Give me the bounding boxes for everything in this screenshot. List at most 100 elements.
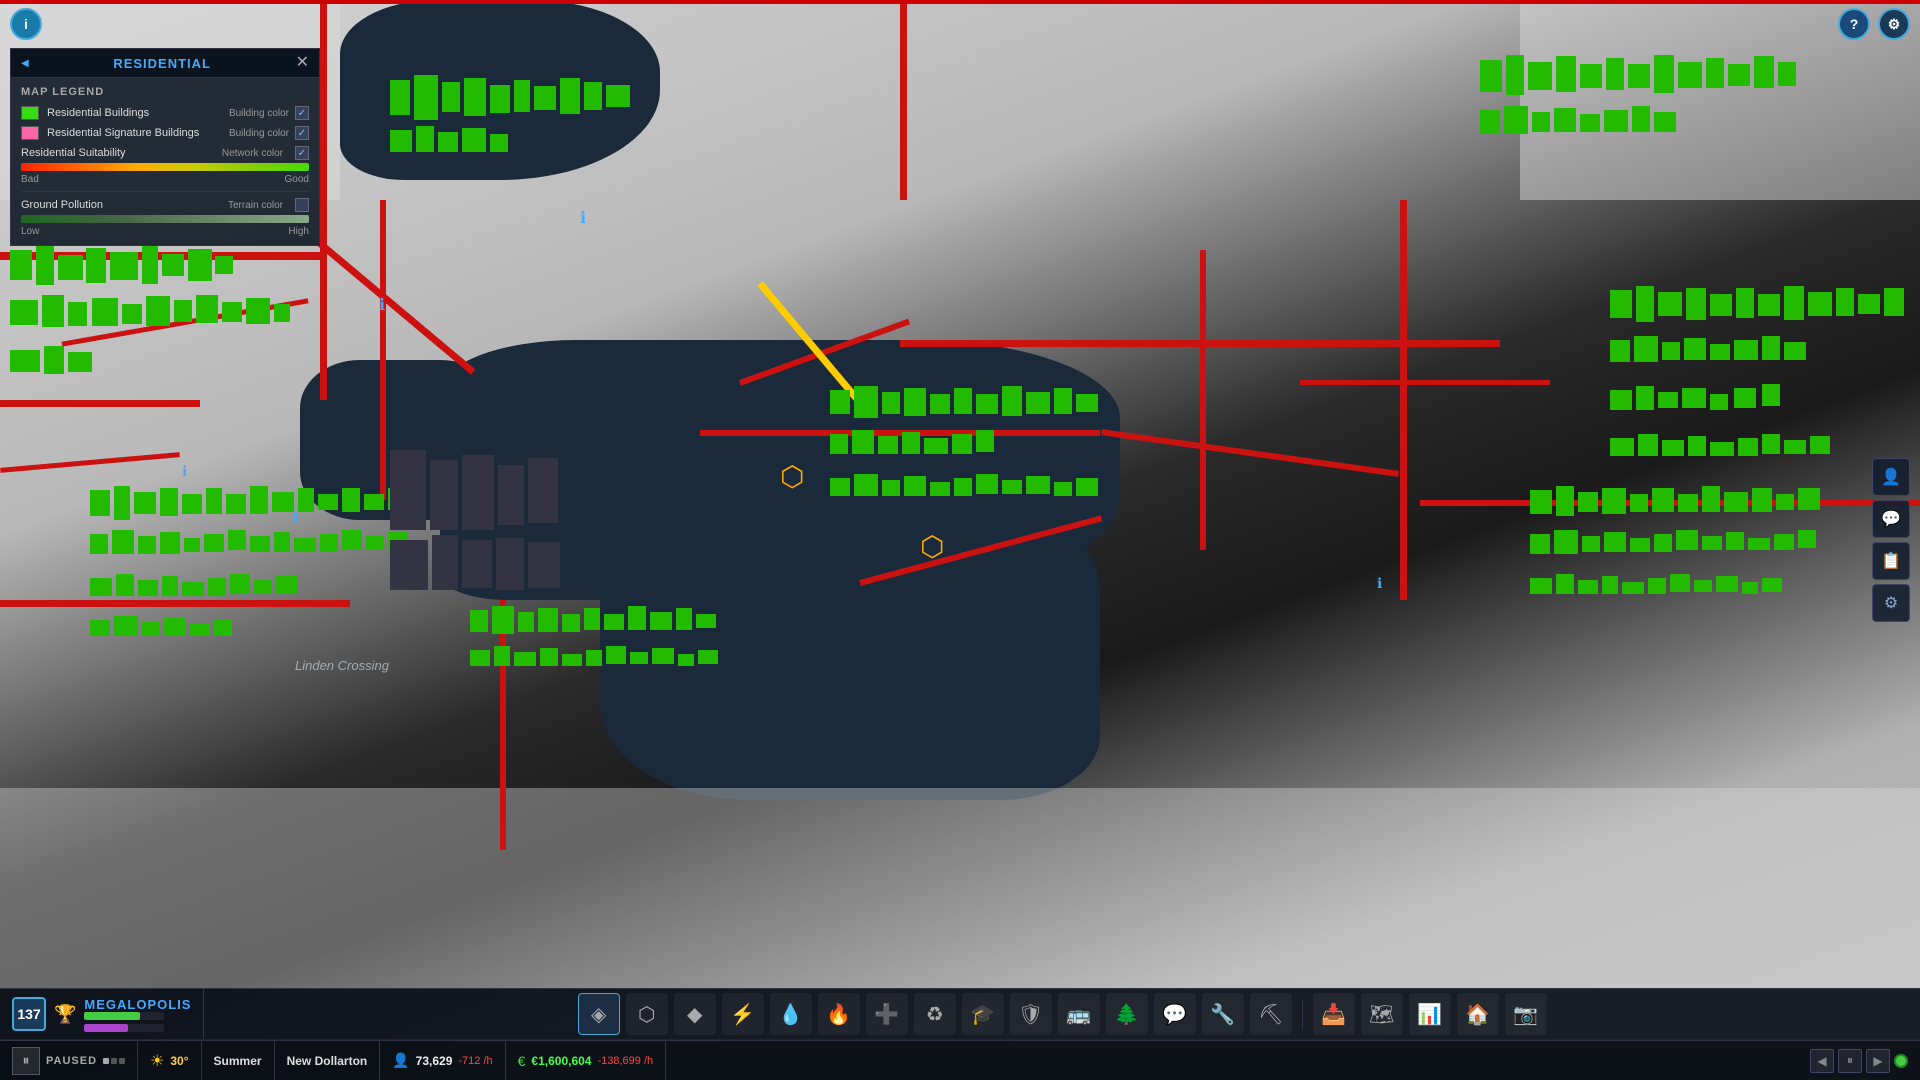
- toolbar-water-btn[interactable]: 💧: [770, 993, 812, 1035]
- toolbar-zones-btn[interactable]: ◈: [578, 993, 620, 1035]
- legend-panel: ◀ RESIDENTIAL ✕ MAP LEGEND Residential B…: [10, 48, 320, 246]
- suitability-good-label: Good: [285, 174, 309, 185]
- city-name: MEGALOPOLIS: [84, 997, 191, 1012]
- map-marker-2[interactable]: ⬡: [920, 530, 944, 563]
- toolbar-roads-btn[interactable]: ⬡: [626, 993, 668, 1035]
- happiness-bar-container: [84, 1024, 164, 1032]
- pollution-label: Ground Pollution: [21, 199, 228, 211]
- city-bars: [84, 1012, 191, 1032]
- xp-bar-container: [84, 1012, 164, 1020]
- signature-buildings-label: Residential Signature Buildings: [47, 127, 229, 139]
- right-icon-person[interactable]: 👤: [1872, 458, 1910, 496]
- status-right-nav: ◀ ⏸ ▶: [1798, 1049, 1920, 1073]
- toolbar-stats-btn[interactable]: 📊: [1409, 993, 1451, 1035]
- toolbar-power-btn[interactable]: ⚡: [722, 993, 764, 1035]
- money-icon: €: [518, 1053, 526, 1069]
- right-icon-chat[interactable]: 💬: [1872, 500, 1910, 538]
- toolbar-police-btn[interactable]: 🛡: [1010, 993, 1052, 1035]
- suitability-range-labels: Bad Good: [21, 174, 309, 185]
- weather-section: ☀ 30°: [138, 1041, 202, 1080]
- speed-dot-2[interactable]: [111, 1058, 117, 1064]
- suitability-type: Network color: [222, 148, 283, 159]
- speed-dot-1[interactable]: [103, 1058, 109, 1064]
- toolbar-bulldoze-btn[interactable]: ⛏: [1250, 993, 1292, 1035]
- residential-buildings-type: Building color: [229, 108, 289, 119]
- trophy-icon: 🏆: [54, 1004, 76, 1025]
- map-info-icon-1: ℹ: [580, 208, 586, 228]
- pollution-type: Terrain color: [228, 200, 283, 211]
- money-section: € €1,600,604 -138,699 /h: [506, 1041, 667, 1080]
- population-icon: 👤: [392, 1052, 409, 1069]
- sun-icon: ☀: [150, 1051, 164, 1071]
- population-count: 73,629: [416, 1054, 453, 1068]
- xp-bar-fill: [84, 1012, 140, 1020]
- residential-buildings-color-swatch: [21, 106, 39, 120]
- city-name-section: New Dollarton: [275, 1041, 381, 1080]
- settings-button[interactable]: ⚙: [1878, 8, 1910, 40]
- toolbar-recycle-btn[interactable]: ♻: [914, 993, 956, 1035]
- toolbar-tools-btn[interactable]: 🔧: [1202, 993, 1244, 1035]
- toolbar-fire-btn[interactable]: 🔥: [818, 993, 860, 1035]
- city-display-name: New Dollarton: [287, 1054, 368, 1068]
- toolbar-camera-btn[interactable]: 📷: [1505, 993, 1547, 1035]
- money-amount: €1,600,604: [531, 1054, 591, 1068]
- residential-buildings-checkbox[interactable]: [295, 106, 309, 120]
- map-marker-1[interactable]: ⬡: [780, 460, 804, 493]
- right-icon-settings[interactable]: ⚙: [1872, 584, 1910, 622]
- suitability-bad-label: Bad: [21, 174, 39, 185]
- legend-row-signature-buildings: Residential Signature Buildings Building…: [21, 126, 309, 140]
- residential-buildings-label: Residential Buildings: [47, 107, 229, 119]
- signature-buildings-color-swatch: [21, 126, 39, 140]
- city-badge: 137 🏆 MEGALOPOLIS: [0, 989, 204, 1039]
- toolbar-health-btn[interactable]: ➕: [866, 993, 908, 1035]
- nav-prev-btn[interactable]: ◀: [1810, 1049, 1834, 1073]
- pollution-range-labels: Low High: [21, 226, 309, 237]
- pollution-checkbox[interactable]: [295, 198, 309, 212]
- happiness-bar-fill: [84, 1024, 128, 1032]
- legend-close-button[interactable]: ✕: [296, 55, 309, 71]
- speed-dots: [103, 1058, 125, 1064]
- pause-section: ⏸ PAUSED: [0, 1041, 138, 1080]
- toolbar-separator: [1302, 999, 1303, 1029]
- toolbar-education-btn[interactable]: 🎓: [962, 993, 1004, 1035]
- suitability-gradient-bar: [21, 163, 309, 171]
- info-button[interactable]: i: [10, 8, 42, 40]
- toolbar-workshop-btn[interactable]: 📥: [1313, 993, 1355, 1035]
- toolbar-map-btn[interactable]: 🗺: [1361, 993, 1403, 1035]
- signature-buildings-type: Building color: [229, 128, 289, 139]
- legend-header: ◀ RESIDENTIAL ✕: [11, 49, 319, 78]
- right-panel: 👤 💬 📋 ⚙: [1872, 458, 1910, 622]
- nav-pause-btn[interactable]: ⏸: [1838, 1049, 1862, 1073]
- money-change: -138,699 /h: [597, 1055, 653, 1067]
- back-arrow[interactable]: ◀: [21, 58, 29, 69]
- legend-divider: [21, 191, 309, 192]
- right-icon-doc[interactable]: 📋: [1872, 542, 1910, 580]
- toolbar-icons: ◈ ⬡ ◆ ⚡ 💧 🔥 ➕ ♻ 🎓 🛡 🚌 🌲 💬 🔧 ⛏ 📥 🗺 📊 🏠 📷: [204, 993, 1920, 1035]
- toolbar-messages-btn[interactable]: 💬: [1154, 993, 1196, 1035]
- temperature-label: 30°: [170, 1054, 188, 1068]
- paused-label: PAUSED: [46, 1055, 97, 1067]
- city-level: 137: [12, 997, 46, 1031]
- legend-title: RESIDENTIAL: [113, 56, 211, 71]
- legend-row-residential-buildings: Residential Buildings Building color: [21, 106, 309, 120]
- online-status-indicator: [1894, 1054, 1908, 1068]
- pollution-gradient-bar: [21, 215, 309, 223]
- suitability-section: Residential Suitability Network color Ba…: [21, 146, 309, 185]
- nav-next-btn[interactable]: ▶: [1866, 1049, 1890, 1073]
- pollution-low-label: Low: [21, 226, 39, 237]
- pollution-section: Ground Pollution Terrain color Low High: [21, 198, 309, 237]
- signature-buildings-checkbox[interactable]: [295, 126, 309, 140]
- toolbar-parks-btn[interactable]: 🌲: [1106, 993, 1148, 1035]
- toolbar-buildings-btn[interactable]: 🏠: [1457, 993, 1499, 1035]
- map-info-icon-2: ℹ: [379, 295, 385, 315]
- speed-dot-3[interactable]: [119, 1058, 125, 1064]
- help-button[interactable]: ?: [1838, 8, 1870, 40]
- toolbar-transit-btn[interactable]: 🚌: [1058, 993, 1100, 1035]
- population-change: -712 /h: [458, 1055, 492, 1067]
- pause-button[interactable]: ⏸: [12, 1047, 40, 1075]
- suitability-label: Residential Suitability: [21, 147, 126, 159]
- population-section: 👤 73,629 -712 /h: [380, 1041, 505, 1080]
- map-info-icon-3: ℹ: [182, 463, 187, 480]
- toolbar-utilities-btn[interactable]: ◆: [674, 993, 716, 1035]
- suitability-checkbox[interactable]: [295, 146, 309, 160]
